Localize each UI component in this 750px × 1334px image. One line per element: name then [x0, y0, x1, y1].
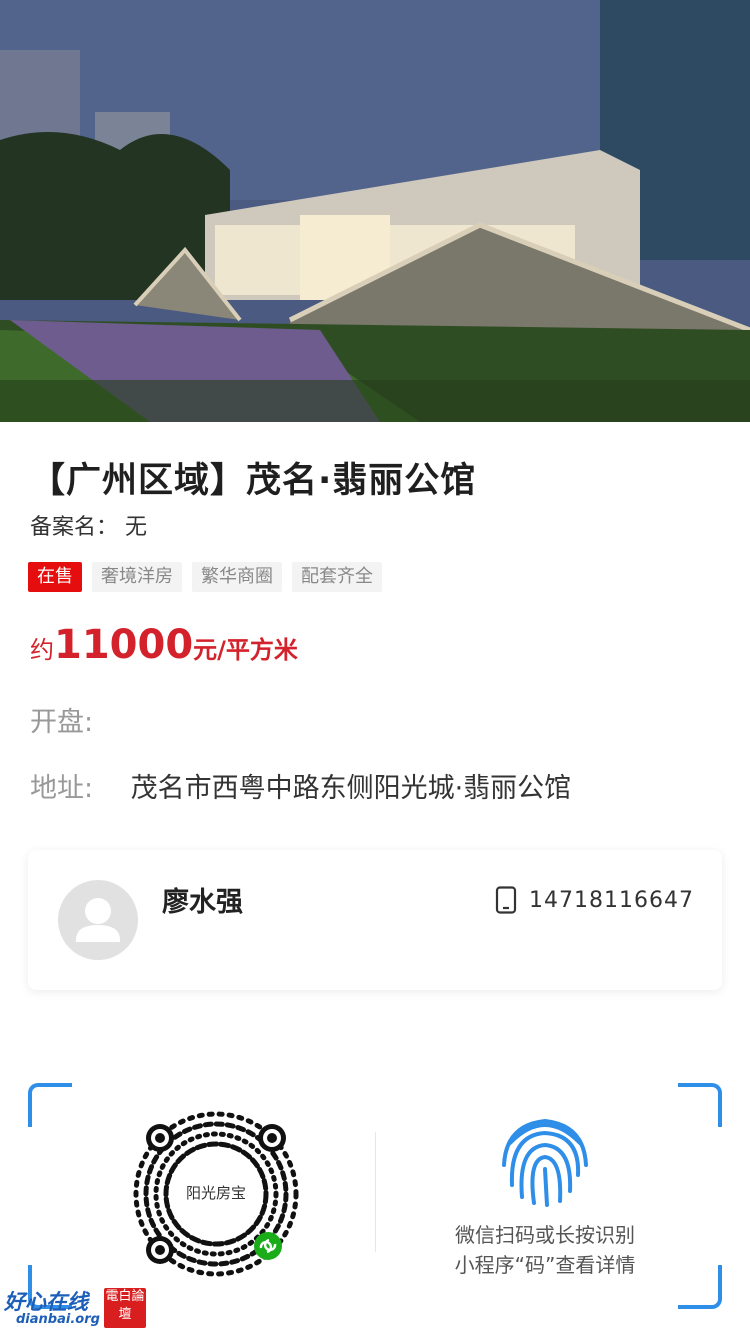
scan-frame-corner — [678, 1083, 722, 1127]
phone-link[interactable]: 14718116647 — [495, 886, 694, 914]
feature-tag: 奢境洋房 — [92, 562, 182, 592]
feature-tag: 繁华商圈 — [192, 562, 282, 592]
fingerprint-icon[interactable] — [492, 1105, 598, 1211]
scan-hint: 微信扫码或长按识别 小程序“码”查看详情 — [430, 1220, 660, 1280]
watermark-logo: 好心在线 dianbai.org 電白論壇 — [4, 1286, 154, 1332]
tag-list: 在售 奢境洋房 繁华商圈 配套齐全 — [28, 562, 382, 592]
phone-icon — [495, 886, 517, 914]
status-badge: 在售 — [28, 562, 82, 592]
miniprogram-code[interactable]: 阳光房宝 — [130, 1108, 302, 1280]
project-title: 【广州区域】茂名·翡丽公馆 — [30, 461, 477, 501]
user-icon — [76, 898, 120, 942]
agent-card[interactable]: 廖水强 14718116647 — [28, 850, 722, 990]
address-value: 茂名市西粤中路东侧阳光城·翡丽公馆 — [130, 773, 572, 804]
price-prefix: 约 — [30, 636, 54, 664]
price-unit: 元/平方米 — [193, 636, 298, 664]
price-value: 11000 — [54, 622, 194, 668]
watermark-sub: dianbai.org — [16, 1312, 100, 1327]
address-label: 地址: — [30, 773, 94, 804]
hero-image — [0, 0, 750, 422]
qr-logo-text: 阳光房宝 — [182, 1180, 250, 1206]
feature-tag: 配套齐全 — [292, 562, 382, 592]
address-row: 地址: 茂名市西粤中路东侧阳光城·翡丽公馆 — [30, 766, 571, 805]
avatar — [58, 880, 138, 960]
record-label: 备案名： — [30, 515, 119, 540]
record-value: 无 — [125, 515, 148, 540]
scan-hint-line2: 小程序“码”查看详情 — [454, 1253, 636, 1277]
record-name: 备案名： 无 — [30, 509, 147, 541]
scan-frame-corner — [678, 1265, 722, 1309]
phone-number: 14718116647 — [529, 887, 694, 913]
watermark-badge: 電白論壇 — [104, 1288, 146, 1328]
opening-row: 开盘: — [30, 700, 122, 739]
scan-frame-corner — [28, 1083, 72, 1127]
scan-hint-line1: 微信扫码或长按识别 — [455, 1223, 635, 1247]
opening-label: 开盘: — [30, 707, 94, 738]
price: 约11000元/平方米 — [30, 622, 298, 668]
agent-name: 廖水强 — [162, 887, 243, 918]
divider — [375, 1132, 376, 1252]
